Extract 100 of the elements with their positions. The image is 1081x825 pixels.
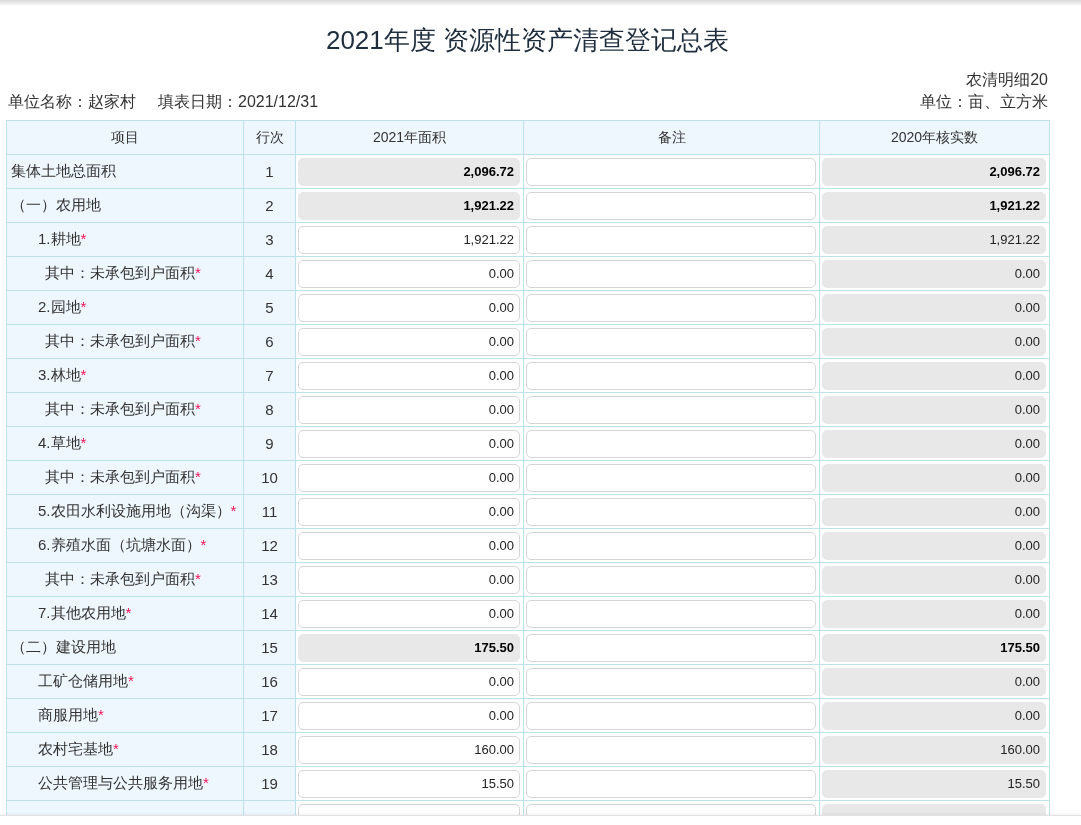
prior-value-field[interactable]: 0.00 bbox=[822, 497, 1046, 526]
prior-value-field[interactable]: 2,096.72 bbox=[822, 157, 1046, 186]
area-input[interactable]: 0.00 bbox=[298, 531, 520, 560]
prior-value-field[interactable]: 0.00 bbox=[822, 259, 1046, 288]
note-input[interactable] bbox=[526, 769, 816, 798]
note-input[interactable] bbox=[526, 565, 816, 594]
item-label: 6.养殖水面（坑塘水面） bbox=[38, 536, 201, 553]
line-number: 19 bbox=[243, 766, 296, 801]
note-input[interactable] bbox=[526, 701, 816, 730]
area-input[interactable]: 1,921.22 bbox=[298, 191, 520, 220]
form-code: 农清明细20 bbox=[966, 70, 1048, 90]
area-input[interactable]: 0.00 bbox=[298, 259, 520, 288]
prior-value-field[interactable]: 0.00 bbox=[822, 293, 1046, 322]
line-number: 15 bbox=[243, 630, 296, 665]
unit-name-label: 单位名称： bbox=[8, 92, 88, 112]
area-input[interactable]: 0.00 bbox=[298, 701, 520, 730]
note-input[interactable] bbox=[526, 667, 816, 696]
required-mark: * bbox=[113, 740, 119, 757]
prior-value-field[interactable]: 0.00 bbox=[822, 463, 1046, 492]
item-label: （二）建设用地 bbox=[11, 638, 116, 655]
item-label: （一）农用地 bbox=[11, 196, 101, 213]
line-number: 17 bbox=[243, 698, 296, 733]
item-label: 商服用地 bbox=[38, 706, 98, 723]
item-label: 3.林地 bbox=[38, 366, 81, 383]
column-header: 行次 bbox=[243, 120, 296, 155]
item-label: 1.耕地 bbox=[38, 230, 81, 247]
prior-value-field[interactable]: 0.00 bbox=[822, 395, 1046, 424]
area-input[interactable]: 0.00 bbox=[298, 463, 520, 492]
prior-value-field[interactable]: 0.00 bbox=[822, 599, 1046, 628]
line-number: 16 bbox=[243, 664, 296, 699]
item-label: 其中：未承包到户面积 bbox=[45, 570, 195, 587]
area-input[interactable] bbox=[298, 803, 520, 815]
note-input[interactable] bbox=[526, 463, 816, 492]
line-number: 10 bbox=[243, 460, 296, 495]
prior-value-field[interactable] bbox=[822, 803, 1046, 815]
area-input[interactable]: 0.00 bbox=[298, 293, 520, 322]
note-input[interactable] bbox=[526, 259, 816, 288]
required-mark: * bbox=[203, 774, 209, 791]
area-input[interactable]: 0.00 bbox=[298, 667, 520, 696]
required-mark: * bbox=[195, 400, 201, 417]
line-number: 18 bbox=[243, 732, 296, 767]
area-input[interactable]: 2,096.72 bbox=[298, 157, 520, 186]
item-label: 4.草地 bbox=[38, 434, 81, 451]
fill-date-label: 填表日期： bbox=[158, 92, 238, 112]
required-mark: * bbox=[195, 264, 201, 281]
column-header: 2020年核实数 bbox=[819, 120, 1050, 155]
fill-date-value: 2021/12/31 bbox=[238, 92, 319, 112]
item-label: 工矿仓储用地 bbox=[38, 672, 128, 689]
note-input[interactable] bbox=[526, 327, 816, 356]
note-input[interactable] bbox=[526, 531, 816, 560]
note-input[interactable] bbox=[526, 395, 816, 424]
note-input[interactable] bbox=[526, 361, 816, 390]
prior-value-field[interactable]: 0.00 bbox=[822, 667, 1046, 696]
area-input[interactable]: 160.00 bbox=[298, 735, 520, 764]
prior-value-field[interactable]: 0.00 bbox=[822, 361, 1046, 390]
note-input[interactable] bbox=[526, 225, 816, 254]
note-input[interactable] bbox=[526, 633, 816, 662]
line-number: 14 bbox=[243, 596, 296, 631]
item-label: 其中：未承包到户面积 bbox=[45, 468, 195, 485]
note-input[interactable] bbox=[526, 429, 816, 458]
area-input[interactable]: 0.00 bbox=[298, 395, 520, 424]
prior-value-field[interactable]: 160.00 bbox=[822, 735, 1046, 764]
prior-value-field[interactable]: 0.00 bbox=[822, 531, 1046, 560]
item-label: 2.园地 bbox=[38, 298, 81, 315]
area-input[interactable]: 0.00 bbox=[298, 361, 520, 390]
prior-value-field[interactable]: 15.50 bbox=[822, 769, 1046, 798]
prior-value-field[interactable]: 175.50 bbox=[822, 633, 1046, 662]
note-input[interactable] bbox=[526, 497, 816, 526]
line-number: 11 bbox=[243, 494, 296, 529]
required-mark: * bbox=[128, 672, 134, 689]
area-input[interactable]: 1,921.22 bbox=[298, 225, 520, 254]
required-mark: * bbox=[98, 706, 104, 723]
area-input[interactable]: 15.50 bbox=[298, 769, 520, 798]
page-title: 2021年度 资源性资产清查登记总表 bbox=[325, 24, 730, 57]
prior-value-field[interactable]: 0.00 bbox=[822, 327, 1046, 356]
measure-unit: 单位：亩、立方米 bbox=[920, 92, 1048, 112]
unit-name-value: 赵家村 bbox=[88, 92, 136, 112]
note-input[interactable] bbox=[526, 803, 816, 815]
area-input[interactable]: 0.00 bbox=[298, 497, 520, 526]
prior-value-field[interactable]: 1,921.22 bbox=[822, 191, 1046, 220]
line-number: 6 bbox=[243, 324, 296, 359]
area-input[interactable]: 0.00 bbox=[298, 565, 520, 594]
prior-value-field[interactable]: 0.00 bbox=[822, 701, 1046, 730]
note-input[interactable] bbox=[526, 599, 816, 628]
item-label: 其中：未承包到户面积 bbox=[45, 400, 195, 417]
column-header: 2021年面积 bbox=[295, 120, 524, 155]
area-input[interactable]: 175.50 bbox=[298, 633, 520, 662]
note-input[interactable] bbox=[526, 191, 816, 220]
prior-value-field[interactable]: 1,921.22 bbox=[822, 225, 1046, 254]
area-input[interactable]: 0.00 bbox=[298, 327, 520, 356]
prior-value-field[interactable]: 0.00 bbox=[822, 565, 1046, 594]
note-input[interactable] bbox=[526, 157, 816, 186]
required-mark: * bbox=[230, 502, 237, 519]
area-input[interactable]: 0.00 bbox=[298, 599, 520, 628]
line-number: 9 bbox=[243, 426, 296, 461]
note-input[interactable] bbox=[526, 735, 816, 764]
column-header: 项目 bbox=[6, 120, 244, 155]
prior-value-field[interactable]: 0.00 bbox=[822, 429, 1046, 458]
note-input[interactable] bbox=[526, 293, 816, 322]
area-input[interactable]: 0.00 bbox=[298, 429, 520, 458]
